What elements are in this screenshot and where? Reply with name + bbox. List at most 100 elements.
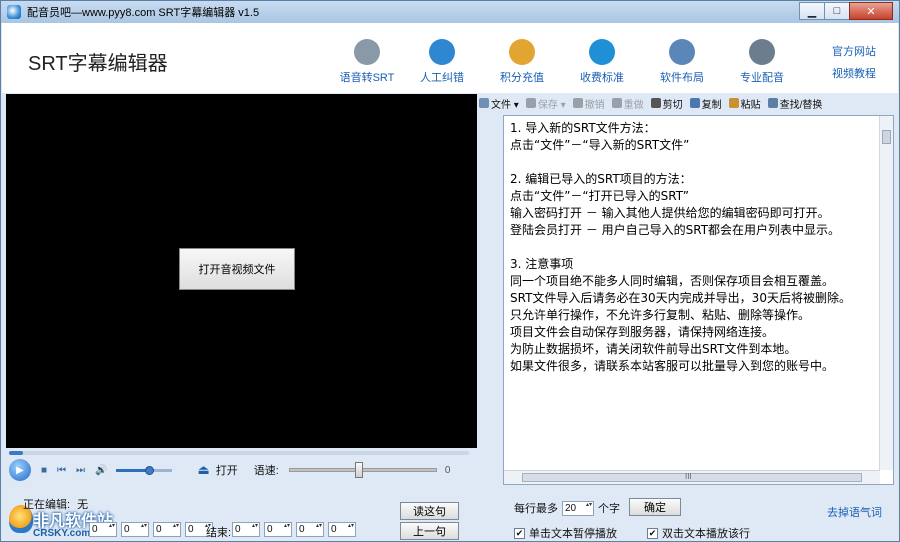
cut-button[interactable]: 剪切 xyxy=(650,96,683,111)
start-second-stepper[interactable]: 0 xyxy=(153,522,181,537)
maximize-button[interactable]: □ xyxy=(824,2,850,20)
eject-icon[interactable]: ⏏ xyxy=(198,462,210,478)
paste-label: 粘贴 xyxy=(740,99,761,111)
end-ms-stepper[interactable]: 0 xyxy=(328,522,356,537)
previous-button[interactable]: ⏮ xyxy=(57,465,66,476)
max-chars-stepper[interactable]: 20 xyxy=(562,500,594,516)
volume-icon[interactable]: 🔊 xyxy=(95,465,107,476)
file-menu[interactable]: 文件 ▾ xyxy=(479,96,519,111)
editor-toolbar: 文件 ▾ 保存 ▾ 撤销 重做 剪切 复制 粘贴 查找/替换 xyxy=(479,94,897,112)
vertical-scroll-thumb[interactable] xyxy=(882,130,891,144)
end-time: 0 0 0 0 xyxy=(232,522,360,537)
layout-icon xyxy=(669,39,695,65)
max-chars-unit: 个字 xyxy=(598,503,620,515)
speed-value: 0 xyxy=(444,464,451,476)
app-icon xyxy=(7,5,21,19)
editing-label: 正在编辑: xyxy=(23,499,71,511)
tool-label: 收费标准 xyxy=(580,72,624,84)
double-click-label: 双击文本播放该行 xyxy=(662,528,750,540)
volume-knob[interactable] xyxy=(145,465,155,475)
volume-slider[interactable] xyxy=(115,465,172,475)
start-hour-stepper[interactable]: 0 xyxy=(89,522,117,537)
single-click-checkbox[interactable]: ✔ xyxy=(514,527,525,539)
seek-bar[interactable] xyxy=(9,451,469,455)
video-tutorial-link[interactable]: 视频教程 xyxy=(832,65,876,81)
player-controls: ▶ ■ ⏮ ⏭ 🔊 ⏏ 打开 语速: 0 xyxy=(6,457,477,483)
app-title: SRT字幕编辑器 xyxy=(28,53,168,75)
copy-icon xyxy=(689,98,700,108)
redo-label: 重做 xyxy=(623,99,644,111)
undo-button[interactable]: 撤销 xyxy=(572,96,605,111)
tool-layout[interactable]: 软件布局 xyxy=(647,39,717,85)
end-hour-stepper[interactable]: 0 xyxy=(232,522,260,537)
cut-label: 剪切 xyxy=(662,99,683,111)
subtitle-editor[interactable]: 1. 导入新的SRT文件方法： 点击“文件”－“导入新的SRT文件” 2. 编辑… xyxy=(503,115,894,485)
tool-label: 语音转SRT xyxy=(339,72,395,84)
header: SRT字幕编辑器 语音转SRT 人工纠错 积分充值 收费标准 软件布局 专业配音… xyxy=(2,23,898,93)
find-icon xyxy=(767,98,778,108)
double-click-checkbox[interactable]: ✔ xyxy=(647,527,658,539)
find-replace-label: 查找/替换 xyxy=(779,99,823,111)
confirm-button[interactable]: 确定 xyxy=(629,498,681,516)
play-button[interactable]: ▶ xyxy=(9,459,31,481)
file-icon xyxy=(479,98,489,108)
stop-button[interactable]: ■ xyxy=(41,465,47,476)
horizontal-scrollbar[interactable]: III xyxy=(504,470,880,484)
start-time: 0 0 0 0 xyxy=(89,522,217,537)
next-button[interactable]: ⏭ xyxy=(76,465,85,476)
horizontal-scroll-thumb[interactable]: III xyxy=(522,472,862,482)
close-button[interactable]: ✕ xyxy=(849,2,893,20)
editing-status: 正在编辑: 无 xyxy=(23,496,88,512)
watermark-url: CRSKY.com xyxy=(33,528,91,539)
undo-label: 撤销 xyxy=(584,99,605,111)
save-icon xyxy=(525,98,536,108)
yen-icon xyxy=(589,39,615,65)
end-minute-stepper[interactable]: 0 xyxy=(264,522,292,537)
speed-label: 语速: xyxy=(253,465,279,477)
copy-button[interactable]: 复制 xyxy=(689,96,722,111)
redo-icon xyxy=(611,98,622,108)
tool-pricing[interactable]: 收费标准 xyxy=(567,39,637,85)
scroll-grip: III xyxy=(685,472,692,481)
tool-points-recharge[interactable]: 积分充值 xyxy=(487,39,557,85)
tool-label: 积分充值 xyxy=(500,72,544,84)
minimize-button[interactable]: ▁ xyxy=(799,2,825,20)
single-click-option[interactable]: ✔ 单击文本暂停播放 xyxy=(514,525,617,541)
tool-label: 专业配音 xyxy=(740,72,784,84)
save-menu[interactable]: 保存 ▾ xyxy=(525,96,566,111)
previous-sentence-button[interactable]: 上一句 xyxy=(400,522,459,540)
seek-fill xyxy=(9,451,23,455)
read-sentence-button[interactable]: 读这句 xyxy=(400,502,459,520)
tool-manual-correction[interactable]: 人工纠错 xyxy=(407,39,477,85)
undo-icon xyxy=(572,98,583,108)
vertical-scrollbar[interactable] xyxy=(879,116,893,470)
paste-button[interactable]: 粘贴 xyxy=(728,96,761,111)
find-replace-button[interactable]: 查找/替换 xyxy=(767,96,823,111)
title-bar: 配音员吧—www.pyy8.com SRT字幕编辑器 v1.5 ▁ □ ✕ xyxy=(1,1,899,23)
user-icon xyxy=(429,39,455,65)
speed-slider[interactable] xyxy=(288,462,437,478)
start-minute-stepper[interactable]: 0 xyxy=(121,522,149,537)
microphone-icon xyxy=(749,39,775,65)
official-site-link[interactable]: 官方网站 xyxy=(832,43,876,59)
tool-speech-to-srt[interactable]: 语音转SRT xyxy=(332,39,402,85)
tool-pro-dubbing[interactable]: 专业配音 xyxy=(727,39,797,85)
end-second-stepper[interactable]: 0 xyxy=(296,522,324,537)
speed-knob[interactable] xyxy=(355,462,364,478)
single-click-label: 单击文本暂停播放 xyxy=(529,528,617,540)
cut-icon xyxy=(650,98,661,108)
tool-label: 软件布局 xyxy=(660,72,704,84)
remove-filler-words-link[interactable]: 去掉语气词 xyxy=(827,504,882,520)
window-title: 配音员吧—www.pyy8.com SRT字幕编辑器 v1.5 xyxy=(27,7,260,19)
open-media-button[interactable]: 打开音视频文件 xyxy=(179,248,295,290)
editor-text[interactable]: 1. 导入新的SRT文件方法： 点击“文件”－“导入新的SRT文件” 2. 编辑… xyxy=(510,120,882,470)
max-chars-label: 每行最多 xyxy=(514,503,558,515)
editing-value: 无 xyxy=(77,499,89,511)
double-click-option[interactable]: ✔ 双击文本播放该行 xyxy=(647,525,750,541)
app-window: 配音员吧—www.pyy8.com SRT字幕编辑器 v1.5 ▁ □ ✕ SR… xyxy=(0,0,900,542)
window-controls: ▁ □ ✕ xyxy=(799,2,893,20)
open-label[interactable]: 打开 xyxy=(216,462,238,478)
video-area: 打开音视频文件 xyxy=(6,94,477,448)
save-menu-label: 保存 ▾ xyxy=(537,99,566,111)
redo-button[interactable]: 重做 xyxy=(611,96,644,111)
